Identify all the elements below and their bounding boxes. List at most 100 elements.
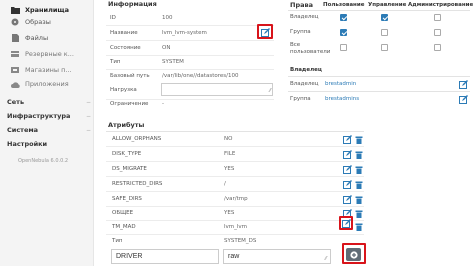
disk-icon bbox=[10, 17, 20, 27]
sidebar-item-label: Магазины п... bbox=[25, 66, 72, 74]
attribute-row: DISK_TYPE FILE bbox=[106, 149, 364, 160]
trash-icon[interactable] bbox=[355, 166, 363, 174]
attribute-row: ОБЩЕЕ YES bbox=[106, 208, 364, 219]
divider bbox=[106, 146, 364, 147]
edit-icon[interactable] bbox=[343, 165, 352, 174]
owner-use-checkbox[interactable] bbox=[340, 14, 347, 21]
info-label: Нагрузка bbox=[110, 87, 137, 93]
chevron-icon: − bbox=[85, 98, 91, 106]
divider bbox=[106, 206, 364, 207]
edit-icon[interactable] bbox=[343, 150, 352, 159]
info-header: Информация bbox=[108, 0, 157, 8]
info-value: /var/lib/one//datastores/100 bbox=[162, 73, 239, 79]
info-label: Тип bbox=[110, 59, 121, 65]
ownership-header: Владелец bbox=[290, 67, 322, 73]
trash-icon[interactable] bbox=[355, 223, 363, 231]
group-link[interactable]: brestadmins bbox=[325, 96, 359, 102]
trash-icon[interactable] bbox=[355, 210, 363, 218]
trash-icon[interactable] bbox=[355, 196, 363, 204]
divider bbox=[106, 234, 364, 235]
attribute-key: ALLOW_ORPHANS bbox=[112, 136, 162, 142]
info-value: ON bbox=[162, 45, 171, 51]
attribute-row: Тип SYSTEM_DS bbox=[106, 236, 364, 247]
owner-admin-checkbox[interactable] bbox=[434, 14, 441, 21]
trash-icon[interactable] bbox=[355, 181, 363, 189]
file-icon bbox=[10, 33, 20, 43]
edit-icon[interactable] bbox=[459, 95, 468, 104]
divider bbox=[106, 55, 274, 56]
sidebar-section-network[interactable]: Сеть − bbox=[7, 96, 91, 108]
attribute-value: FILE bbox=[224, 151, 236, 157]
edit-icon[interactable] bbox=[343, 135, 352, 144]
info-label: ID bbox=[110, 15, 116, 21]
group-use-checkbox[interactable] bbox=[340, 29, 347, 36]
store-icon bbox=[10, 65, 20, 75]
divider bbox=[106, 191, 364, 192]
info-label: Базовый путь bbox=[110, 73, 150, 79]
group-manage-checkbox[interactable] bbox=[381, 29, 388, 36]
attribute-key: ОБЩЕЕ bbox=[112, 210, 134, 216]
divider bbox=[288, 10, 470, 11]
sidebar-item-label: Хранилища bbox=[25, 6, 69, 14]
sidebar-item-apps[interactable]: Приложения bbox=[0, 76, 94, 92]
attribute-key: SAFE_DIRS bbox=[112, 196, 142, 202]
add-attribute-button[interactable] bbox=[346, 248, 361, 261]
attributes-header: Атрибуты bbox=[108, 121, 145, 129]
info-value: - bbox=[162, 101, 164, 107]
owner-manage-checkbox[interactable] bbox=[381, 14, 388, 21]
sidebar-section-infrastructure[interactable]: Инфраструктура − bbox=[7, 110, 91, 122]
owner-link[interactable]: brestadmin bbox=[325, 81, 356, 87]
divider bbox=[106, 40, 274, 41]
version-label: OpenNebula 6.0.0.2 bbox=[18, 158, 69, 164]
sidebar-item-images[interactable]: Образы bbox=[0, 14, 94, 30]
attribute-key: DISK_TYPE bbox=[112, 151, 142, 157]
divider bbox=[288, 76, 470, 77]
attribute-value: NO bbox=[224, 136, 233, 142]
info-label: Название bbox=[110, 30, 138, 36]
chevron-icon: − bbox=[85, 126, 91, 134]
edit-icon[interactable] bbox=[261, 28, 270, 37]
ownership-label: Группа bbox=[290, 96, 311, 102]
perm-col-admin: Администрирование bbox=[408, 2, 474, 8]
perm-row-label: Группа bbox=[290, 29, 311, 35]
attribute-value: SYSTEM_DS bbox=[224, 238, 257, 244]
attribute-row: DS_MIGRATE YES bbox=[106, 164, 364, 175]
perm-row-label: Все пользователи bbox=[290, 42, 331, 55]
others-use-checkbox[interactable] bbox=[340, 44, 347, 51]
sidebar: Хранилища Образы Файлы Резервные к... Ма… bbox=[0, 0, 94, 266]
info-value: SYSTEM bbox=[162, 59, 184, 65]
attribute-key: Тип bbox=[112, 238, 123, 244]
perm-col-manage: Управление bbox=[368, 2, 407, 8]
attribute-value: YES bbox=[224, 166, 235, 172]
new-attribute-key-input[interactable] bbox=[111, 249, 219, 264]
new-attribute-value-input[interactable] bbox=[223, 249, 331, 264]
perm-row-label: Владелец bbox=[290, 14, 319, 20]
info-label: Состояние bbox=[110, 45, 141, 51]
sidebar-section-settings[interactable]: Настройки bbox=[7, 138, 91, 150]
trash-icon[interactable] bbox=[355, 151, 363, 159]
sidebar-item-files[interactable]: Файлы bbox=[0, 30, 94, 46]
resize-handle-icon[interactable]: ⁄⁄ bbox=[325, 256, 327, 262]
edit-icon[interactable] bbox=[459, 80, 468, 89]
divider bbox=[106, 69, 274, 70]
ownership-label: Владелец bbox=[290, 81, 319, 87]
edit-icon[interactable] bbox=[343, 180, 352, 189]
attribute-key: DS_MIGRATE bbox=[112, 166, 147, 172]
resize-handle-icon[interactable]: ⁄⁄ bbox=[269, 88, 271, 94]
chevron-icon: − bbox=[85, 112, 91, 120]
load-textarea[interactable]: ⁄⁄ bbox=[161, 83, 273, 96]
backup-icon bbox=[10, 49, 20, 59]
perm-col-use: Пользование bbox=[323, 2, 365, 8]
others-admin-checkbox[interactable] bbox=[434, 44, 441, 51]
sidebar-item-label: Образы bbox=[25, 18, 51, 26]
group-admin-checkbox[interactable] bbox=[434, 29, 441, 36]
trash-icon[interactable] bbox=[355, 136, 363, 144]
divider bbox=[106, 25, 274, 26]
sidebar-section-system[interactable]: Система − bbox=[7, 124, 91, 136]
permissions-header: Права bbox=[290, 1, 313, 9]
attribute-key: TM_MAD bbox=[112, 224, 136, 230]
sidebar-item-backups[interactable]: Резервные к... bbox=[0, 46, 94, 62]
edit-icon[interactable] bbox=[342, 219, 351, 228]
others-manage-checkbox[interactable] bbox=[381, 44, 388, 51]
edit-icon[interactable] bbox=[343, 195, 352, 204]
